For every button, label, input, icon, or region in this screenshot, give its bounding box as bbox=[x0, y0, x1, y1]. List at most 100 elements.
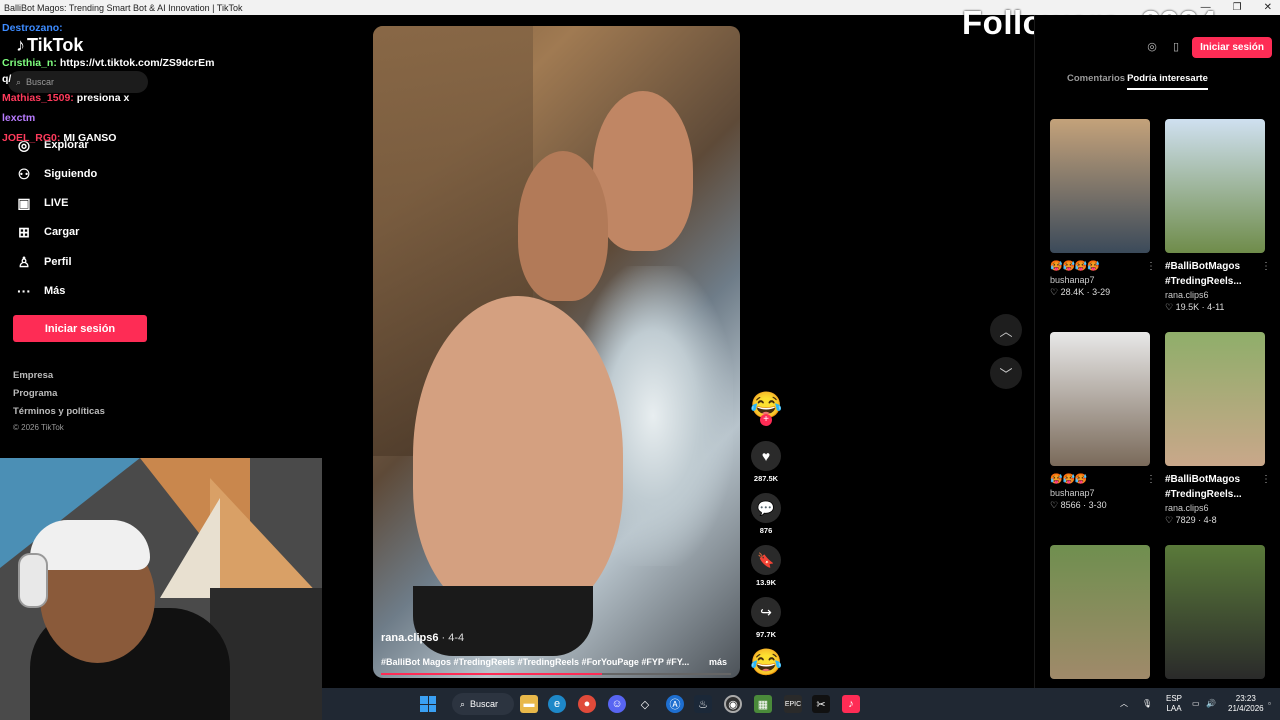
footer-link-terms[interactable]: Términos y políticas bbox=[13, 406, 105, 417]
video-progress-fill bbox=[381, 673, 602, 675]
clock[interactable]: 23:23 21/4/2026 bbox=[1228, 694, 1264, 714]
search-icon: ⌕ bbox=[460, 698, 466, 709]
footer-link-empresa[interactable]: Empresa bbox=[13, 370, 53, 381]
phone-icon[interactable]: ▯ bbox=[1168, 40, 1184, 56]
chat-text: presiona x bbox=[76, 92, 130, 104]
more-icon: ··· bbox=[17, 283, 31, 299]
card-title[interactable]: #BalliBotMagos #TredingReels... bbox=[1165, 472, 1253, 502]
notification-icon[interactable]: ▫ bbox=[1268, 699, 1271, 709]
tiktok-logo[interactable]: ♪ TikTok bbox=[16, 35, 83, 56]
video-thumbnail[interactable] bbox=[1050, 119, 1150, 253]
chat-username: JOEL_RG0: bbox=[2, 132, 61, 144]
recommended-video-card[interactable]: 🥵🥵🥵 bushanap7 ♡ 8566 · 3-30 ⋮ bbox=[1050, 332, 1156, 511]
tray-chevron-icon[interactable]: ︿ bbox=[1120, 699, 1128, 709]
card-author[interactable]: rana.clips6 bbox=[1165, 503, 1265, 513]
nav-label: Más bbox=[44, 285, 66, 297]
chat-message: JOEL_RG0: MI GANSO bbox=[2, 132, 116, 144]
login-button[interactable]: Iniciar sesión bbox=[13, 315, 147, 342]
top-login-button[interactable]: Iniciar sesión bbox=[1192, 37, 1272, 58]
footer-link-programa[interactable]: Programa bbox=[13, 388, 57, 399]
language-indicator[interactable]: ESP LAA bbox=[1166, 694, 1182, 714]
card-author[interactable]: rana.clips6 bbox=[1165, 290, 1265, 300]
discord-icon[interactable]: ☺ bbox=[608, 695, 626, 713]
sound-disc[interactable]: 😂 bbox=[750, 647, 782, 677]
video-thumbnail[interactable] bbox=[1050, 332, 1150, 466]
like-button[interactable]: ♥ 287.5K bbox=[750, 441, 782, 483]
more-options-icon[interactable]: ⋮ bbox=[1261, 474, 1271, 485]
following-icon: ⚇ bbox=[17, 165, 31, 182]
obs-icon[interactable]: ◉ bbox=[724, 695, 742, 713]
nav-item-upload[interactable]: ⊞ Cargar bbox=[16, 222, 79, 242]
microphone-icon[interactable]: 🎙 bbox=[1142, 699, 1152, 709]
share-count: 97.7K bbox=[755, 630, 776, 639]
card-stats: ♡ 28.4K · 3-29 bbox=[1050, 287, 1111, 297]
card-title[interactable]: 🥵🥵🥵 bbox=[1050, 472, 1138, 487]
card-title[interactable]: 🥵🥵🥵🥵 bbox=[1050, 259, 1138, 274]
comment-icon: 💬 bbox=[751, 493, 781, 523]
recommended-video-card[interactable] bbox=[1165, 545, 1265, 679]
tab-recommended[interactable]: Podría interesarte bbox=[1127, 73, 1208, 90]
more-options-icon[interactable]: ⋮ bbox=[1261, 261, 1271, 272]
video-description: #BalliBot Magos #TredingReels #TredingRe… bbox=[381, 657, 731, 667]
nav-item-profile[interactable]: ♙ Perfil bbox=[16, 252, 72, 272]
capcut-icon[interactable]: ✂ bbox=[812, 695, 830, 713]
more-options-icon[interactable]: ⋮ bbox=[1146, 261, 1156, 272]
card-title[interactable]: #BalliBotMagos #TredingReels... bbox=[1165, 259, 1253, 289]
nav-item-following[interactable]: ⚇ Siguiendo bbox=[16, 164, 97, 184]
video-author[interactable]: rana.clips6 bbox=[381, 632, 438, 644]
tab-comments[interactable]: Comentarios bbox=[1067, 73, 1125, 90]
more-options-icon[interactable]: ⋮ bbox=[1146, 474, 1156, 485]
video-thumbnail[interactable] bbox=[1050, 545, 1150, 679]
top-controls: ◎ ▯ Iniciar sesión bbox=[1144, 37, 1272, 58]
card-author[interactable]: bushanap7 bbox=[1050, 275, 1150, 285]
file-explorer-icon[interactable]: ▬ bbox=[520, 695, 538, 713]
chat-message: Cristhia_n: https://vt.tiktok.com/ZS9dcrE… bbox=[2, 57, 214, 69]
video-progress-bar[interactable] bbox=[381, 673, 731, 675]
tiktok-note-icon: ♪ bbox=[16, 35, 25, 55]
chrome-icon[interactable]: ● bbox=[578, 695, 596, 713]
close-icon[interactable]: ✕ bbox=[1264, 0, 1272, 15]
search-input[interactable]: ⌕ Buscar bbox=[8, 71, 148, 93]
recommended-video-card[interactable]: #BalliBotMagos #TredingReels... rana.clip… bbox=[1165, 119, 1271, 313]
right-tabs: Comentarios Podría interesarte bbox=[1067, 73, 1208, 90]
card-stats: ♡ 7829 · 4-8 bbox=[1165, 515, 1217, 525]
recommended-video-card[interactable]: 🥵🥵🥵🥵 bushanap7 ♡ 28.4K · 3-29 ⋮ bbox=[1050, 119, 1156, 298]
more-link[interactable]: más bbox=[709, 657, 727, 667]
video-thumbnail[interactable] bbox=[1165, 119, 1265, 253]
chat-username: Cristhia_n: bbox=[2, 57, 57, 69]
card-author[interactable]: bushanap7 bbox=[1050, 488, 1150, 498]
epic-games-icon[interactable]: EPIC bbox=[784, 695, 802, 713]
sidebar: ♪ TikTok ⌕ Buscar ◎ Explorar ⚇ Siguiendo… bbox=[0, 15, 160, 455]
nav-label: Perfil bbox=[44, 256, 72, 268]
creator-avatar[interactable]: 😂 + bbox=[750, 390, 782, 426]
video-player[interactable]: rana.clips6 · 4-4 #BalliBot Magos #Tredi… bbox=[373, 26, 740, 678]
save-button[interactable]: 🔖 13.9K bbox=[750, 545, 782, 587]
recommended-video-card[interactable]: #BalliBotMagos #TredingReels... rana.clip… bbox=[1165, 332, 1271, 526]
network-icon[interactable]: ▭ bbox=[1192, 699, 1200, 709]
follow-plus-icon[interactable]: + bbox=[760, 414, 772, 426]
nav-item-more[interactable]: ··· Más bbox=[16, 281, 65, 301]
recommended-video-card[interactable] bbox=[1050, 545, 1150, 679]
steam-icon[interactable]: ♨ bbox=[694, 695, 712, 713]
language-code: ESP bbox=[1166, 694, 1183, 703]
edge-icon[interactable]: e bbox=[548, 695, 566, 713]
maximize-icon[interactable]: ❐ bbox=[1233, 0, 1242, 15]
video-thumbnail[interactable] bbox=[1165, 545, 1265, 679]
next-video-button[interactable]: ﹀ bbox=[990, 357, 1022, 389]
app-icon[interactable]: Ⓐ bbox=[666, 695, 684, 713]
share-button[interactable]: ↪ 97.7K bbox=[750, 597, 782, 639]
minecraft-icon[interactable]: ▦ bbox=[754, 695, 772, 713]
video-hashtags[interactable]: #BalliBot Magos #TredingReels #TredingRe… bbox=[381, 657, 689, 667]
windows-start-icon[interactable] bbox=[420, 696, 436, 712]
comment-button[interactable]: 💬 876 bbox=[750, 493, 782, 535]
explore-icon[interactable]: ◎ bbox=[1144, 40, 1160, 56]
nav-item-live[interactable]: ▣ LIVE bbox=[16, 193, 68, 213]
previous-video-button[interactable]: ︿ bbox=[990, 314, 1022, 346]
taskbar-search[interactable]: ⌕ Buscar bbox=[452, 693, 514, 715]
tiktok-taskbar-icon[interactable]: ♪ bbox=[842, 695, 860, 713]
vpn-icon[interactable]: ◇ bbox=[636, 695, 654, 713]
volume-icon[interactable]: 🔊 bbox=[1206, 699, 1216, 709]
chat-message: Mathias_1509: presiona x bbox=[2, 92, 129, 104]
video-thumbnail[interactable] bbox=[1165, 332, 1265, 466]
taskbar-search-label: Buscar bbox=[470, 699, 499, 709]
